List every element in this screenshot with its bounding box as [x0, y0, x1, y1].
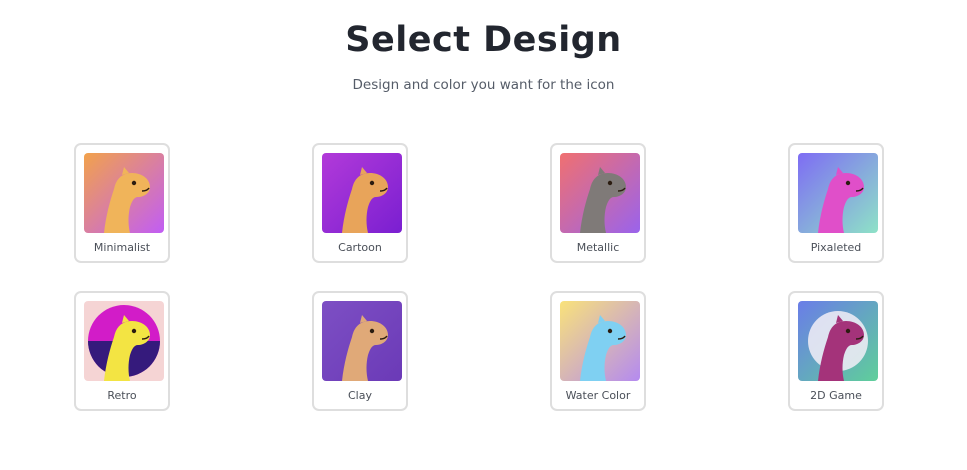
- design-grid: Minimalist Cartoon Metallic Pixaleted Re…: [0, 0, 967, 470]
- design-thumbnail: [798, 153, 878, 233]
- select-design-page: Select Design Design and color you want …: [0, 0, 967, 470]
- design-card-pixelated[interactable]: Pixaleted: [788, 143, 884, 263]
- design-label: Clay: [348, 389, 372, 402]
- clay-camel-icon: [322, 301, 402, 381]
- design-label: 2D Game: [810, 389, 862, 402]
- design-thumbnail: [560, 301, 640, 381]
- design-label: Cartoon: [338, 241, 382, 254]
- design-thumbnail: [322, 153, 402, 233]
- design-card-metallic[interactable]: Metallic: [550, 143, 646, 263]
- design-label: Retro: [107, 389, 137, 402]
- metallic-camel-icon: [560, 153, 640, 233]
- pixelated-camel-icon: [798, 153, 878, 233]
- retro-camel-icon: [84, 301, 164, 381]
- cartoon-camel-icon: [322, 153, 402, 233]
- design-card-2d-game[interactable]: 2D Game: [788, 291, 884, 411]
- design-thumbnail: [322, 301, 402, 381]
- design-card-minimalist[interactable]: Minimalist: [74, 143, 170, 263]
- design-card-cartoon[interactable]: Cartoon: [312, 143, 408, 263]
- design-label: Minimalist: [93, 241, 151, 254]
- watercolor-camel-icon: [560, 301, 640, 381]
- design-thumbnail: [84, 301, 164, 381]
- design-thumbnail: [560, 153, 640, 233]
- minimalist-camel-icon: [84, 153, 164, 233]
- design-thumbnail: [84, 153, 164, 233]
- design-label: Water Color: [565, 389, 631, 402]
- design-card-retro[interactable]: Retro: [74, 291, 170, 411]
- design-thumbnail: [798, 301, 878, 381]
- design-card-clay[interactable]: Clay: [312, 291, 408, 411]
- design-label: Metallic: [576, 241, 620, 254]
- design-card-water-color[interactable]: Water Color: [550, 291, 646, 411]
- design-label: Pixaleted: [810, 241, 862, 254]
- 2d-game-camel-icon: [798, 301, 878, 381]
